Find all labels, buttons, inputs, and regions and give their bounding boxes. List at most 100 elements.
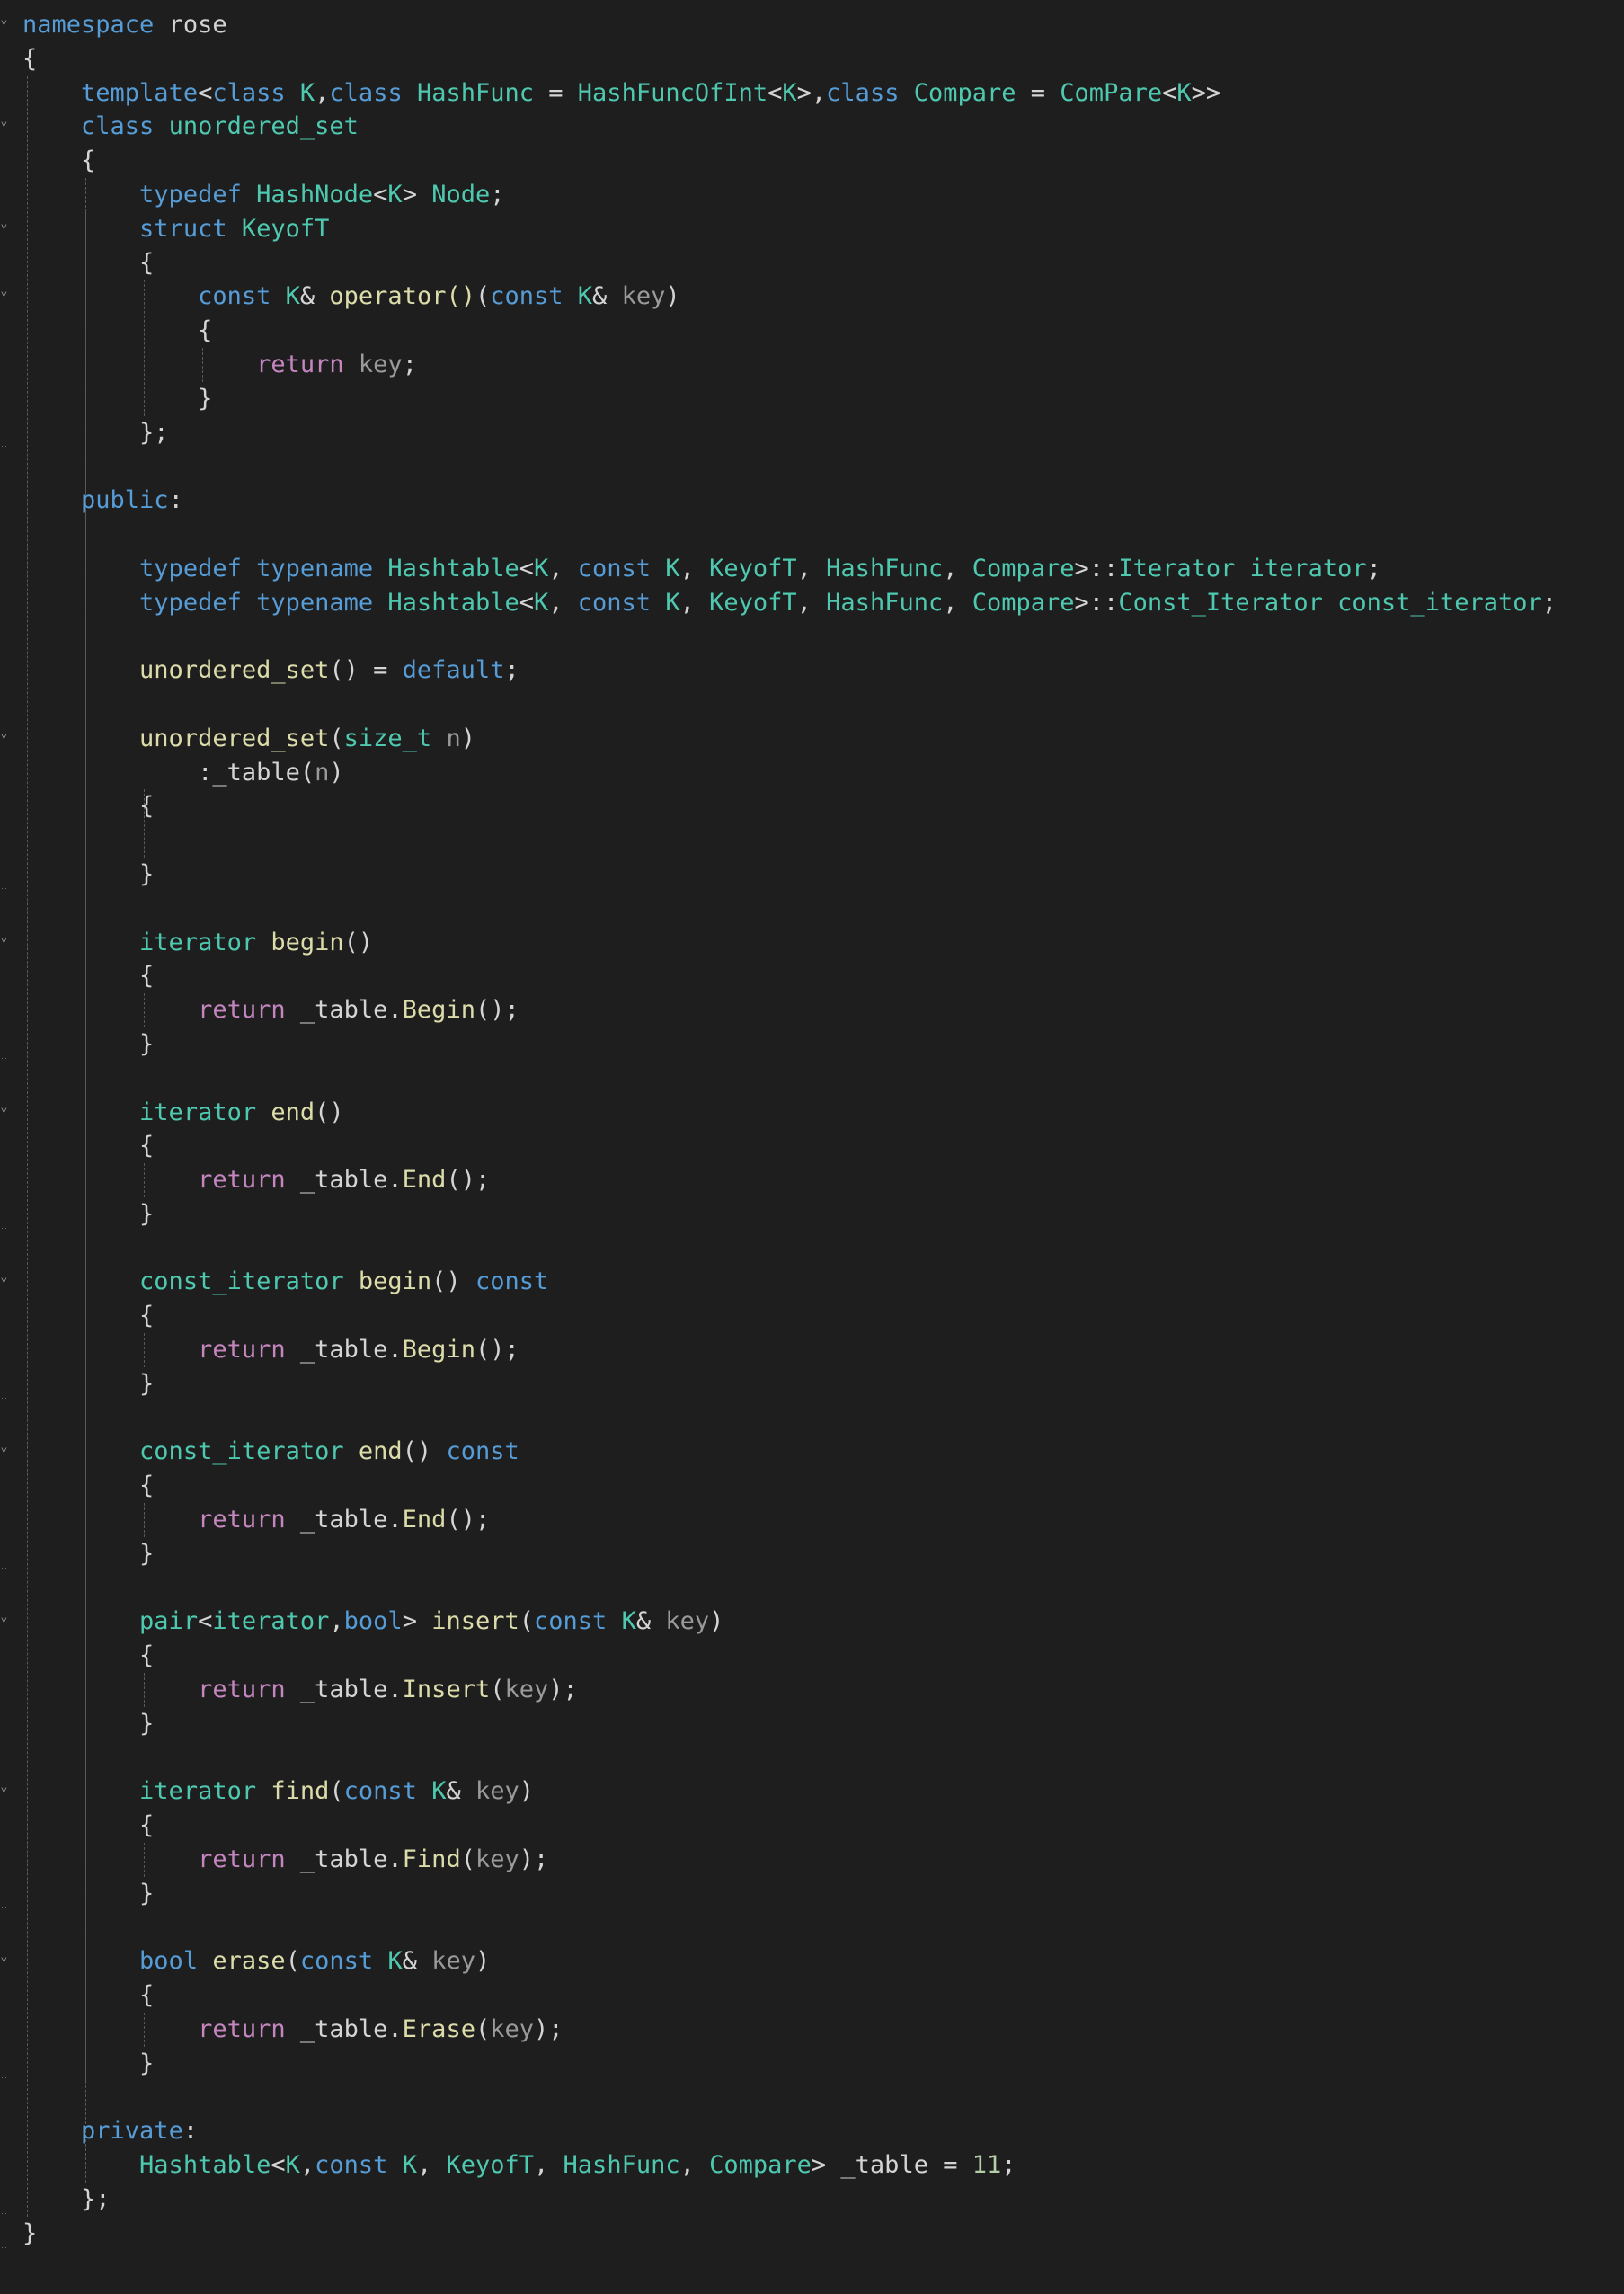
- code-line[interactable]: namespace rose: [22, 8, 1557, 42]
- code-line[interactable]: {: [22, 1639, 1557, 1673]
- code-editor[interactable]: ˅ ˅ ˅ ˅ ˅ ˅ ˅ ˅ ˅ ˅ ˅ ˅ namespace rose{ template<cl…: [0, 0, 1624, 2294]
- code-line[interactable]: {: [22, 314, 1557, 348]
- code-line[interactable]: {: [22, 1978, 1557, 2013]
- chevron-down-icon[interactable]: ˅: [1, 1275, 7, 1285]
- code-line[interactable]: {: [22, 144, 1557, 178]
- code-line[interactable]: }: [22, 1877, 1557, 1911]
- code-line[interactable]: [22, 892, 1557, 926]
- code-line[interactable]: {: [22, 1809, 1557, 1843]
- code-line[interactable]: [22, 449, 1557, 484]
- code-line[interactable]: typedef typename Hashtable<K, const K, K…: [22, 552, 1557, 586]
- code-line[interactable]: [22, 1911, 1557, 1945]
- code-token: rose: [154, 11, 227, 39]
- code-line[interactable]: [22, 619, 1557, 654]
- code-token: (: [490, 1676, 505, 1704]
- code-line[interactable]: iterator begin(): [22, 926, 1557, 960]
- code-line[interactable]: typedef HashNode<K> Node;: [22, 178, 1557, 212]
- code-line[interactable]: const_iterator end() const: [22, 1435, 1557, 1469]
- code-line[interactable]: Hashtable<K,const K, KeyofT, HashFunc, C…: [22, 2148, 1557, 2183]
- code-line[interactable]: {: [22, 1299, 1557, 1333]
- code-line[interactable]: :_table(n): [22, 756, 1557, 790]
- code-line[interactable]: iterator end(): [22, 1096, 1557, 1130]
- code-area[interactable]: namespace rose{ template<class K,class H…: [22, 8, 1557, 2251]
- code-token: ,: [679, 554, 710, 582]
- code-line[interactable]: [22, 688, 1557, 722]
- code-line[interactable]: {: [22, 959, 1557, 993]
- code-line[interactable]: [22, 1571, 1557, 1605]
- chevron-down-icon[interactable]: ˅: [1, 17, 7, 28]
- chevron-down-icon[interactable]: ˅: [1, 1445, 7, 1455]
- code-token: {: [22, 1472, 155, 1500]
- code-token: key: [431, 1947, 475, 1976]
- chevron-down-icon[interactable]: ˅: [1, 1954, 7, 1965]
- code-line[interactable]: template<class K,class HashFunc = HashFu…: [22, 76, 1557, 111]
- code-line[interactable]: };: [22, 2183, 1557, 2217]
- code-line[interactable]: unordered_set(size_t n): [22, 722, 1557, 756]
- code-token: end: [358, 1437, 403, 1466]
- code-line[interactable]: return _table.End();: [22, 1503, 1557, 1537]
- code-line[interactable]: }: [22, 1367, 1557, 1401]
- code-token: KeyofT: [446, 2151, 535, 2180]
- code-line[interactable]: return _table.Find(key);: [22, 1843, 1557, 1877]
- code-token: iterator: [139, 1777, 257, 1806]
- code-line[interactable]: }: [22, 2047, 1557, 2081]
- code-line[interactable]: };: [22, 416, 1557, 450]
- code-line[interactable]: [22, 2081, 1557, 2115]
- code-line[interactable]: }: [22, 1537, 1557, 1571]
- code-token: KeyofT: [709, 554, 797, 582]
- code-token: &: [446, 1777, 475, 1806]
- code-line[interactable]: [22, 823, 1557, 858]
- code-line[interactable]: return _table.End();: [22, 1163, 1557, 1197]
- code-line[interactable]: [22, 1062, 1557, 1096]
- chevron-down-icon[interactable]: ˅: [1, 119, 7, 129]
- code-line[interactable]: return _table.Begin();: [22, 1333, 1557, 1367]
- code-line[interactable]: }: [22, 382, 1557, 416]
- code-line[interactable]: {: [22, 246, 1557, 280]
- chevron-down-icon[interactable]: ˅: [1, 935, 7, 946]
- code-line[interactable]: [22, 1741, 1557, 1775]
- code-line[interactable]: private:: [22, 2114, 1557, 2148]
- code-line[interactable]: iterator find(const K& key): [22, 1774, 1557, 1809]
- chevron-down-icon[interactable]: ˅: [1, 1614, 7, 1625]
- code-line[interactable]: }: [22, 1707, 1557, 1741]
- code-line[interactable]: [22, 1401, 1557, 1436]
- code-token: }: [22, 1369, 155, 1398]
- code-line[interactable]: return _table.Erase(key);: [22, 2013, 1557, 2047]
- chevron-down-icon[interactable]: ˅: [1, 289, 7, 299]
- code-line[interactable]: struct KeyofT: [22, 212, 1557, 246]
- code-line[interactable]: }: [22, 1197, 1557, 1231]
- code-line[interactable]: const_iterator begin() const: [22, 1265, 1557, 1299]
- code-line[interactable]: return key;: [22, 348, 1557, 382]
- code-line[interactable]: [22, 518, 1557, 552]
- code-line[interactable]: }: [22, 2217, 1557, 2251]
- code-line[interactable]: [22, 1231, 1557, 1266]
- chevron-down-icon[interactable]: ˅: [1, 1105, 7, 1116]
- code-line[interactable]: {: [22, 42, 1557, 76]
- code-line[interactable]: {: [22, 1469, 1557, 1503]
- code-line[interactable]: {: [22, 1129, 1557, 1163]
- code-line[interactable]: class unordered_set: [22, 110, 1557, 144]
- code-line[interactable]: {: [22, 789, 1557, 823]
- code-line[interactable]: public:: [22, 484, 1557, 518]
- code-line[interactable]: typedef typename Hashtable<K, const K, K…: [22, 586, 1557, 620]
- code-line[interactable]: unordered_set() = default;: [22, 654, 1557, 688]
- code-line[interactable]: return _table.Begin();: [22, 993, 1557, 1027]
- code-token: HashFunc: [826, 554, 944, 582]
- code-line[interactable]: }: [22, 858, 1557, 892]
- code-line[interactable]: const K& operator()(const K& key): [22, 280, 1557, 314]
- chevron-down-icon[interactable]: ˅: [1, 1784, 7, 1795]
- code-line[interactable]: return _table.Insert(key);: [22, 1673, 1557, 1707]
- code-line[interactable]: bool erase(const K& key): [22, 1944, 1557, 1978]
- code-token: {: [22, 147, 96, 175]
- code-token: >,: [796, 78, 827, 107]
- code-line[interactable]: pair<iterator,bool> insert(const K& key): [22, 1605, 1557, 1639]
- code-token: <: [768, 78, 783, 107]
- code-line[interactable]: }: [22, 1027, 1557, 1062]
- code-token: iterator: [139, 928, 257, 956]
- chevron-down-icon[interactable]: ˅: [1, 221, 7, 232]
- chevron-down-icon[interactable]: ˅: [1, 731, 7, 742]
